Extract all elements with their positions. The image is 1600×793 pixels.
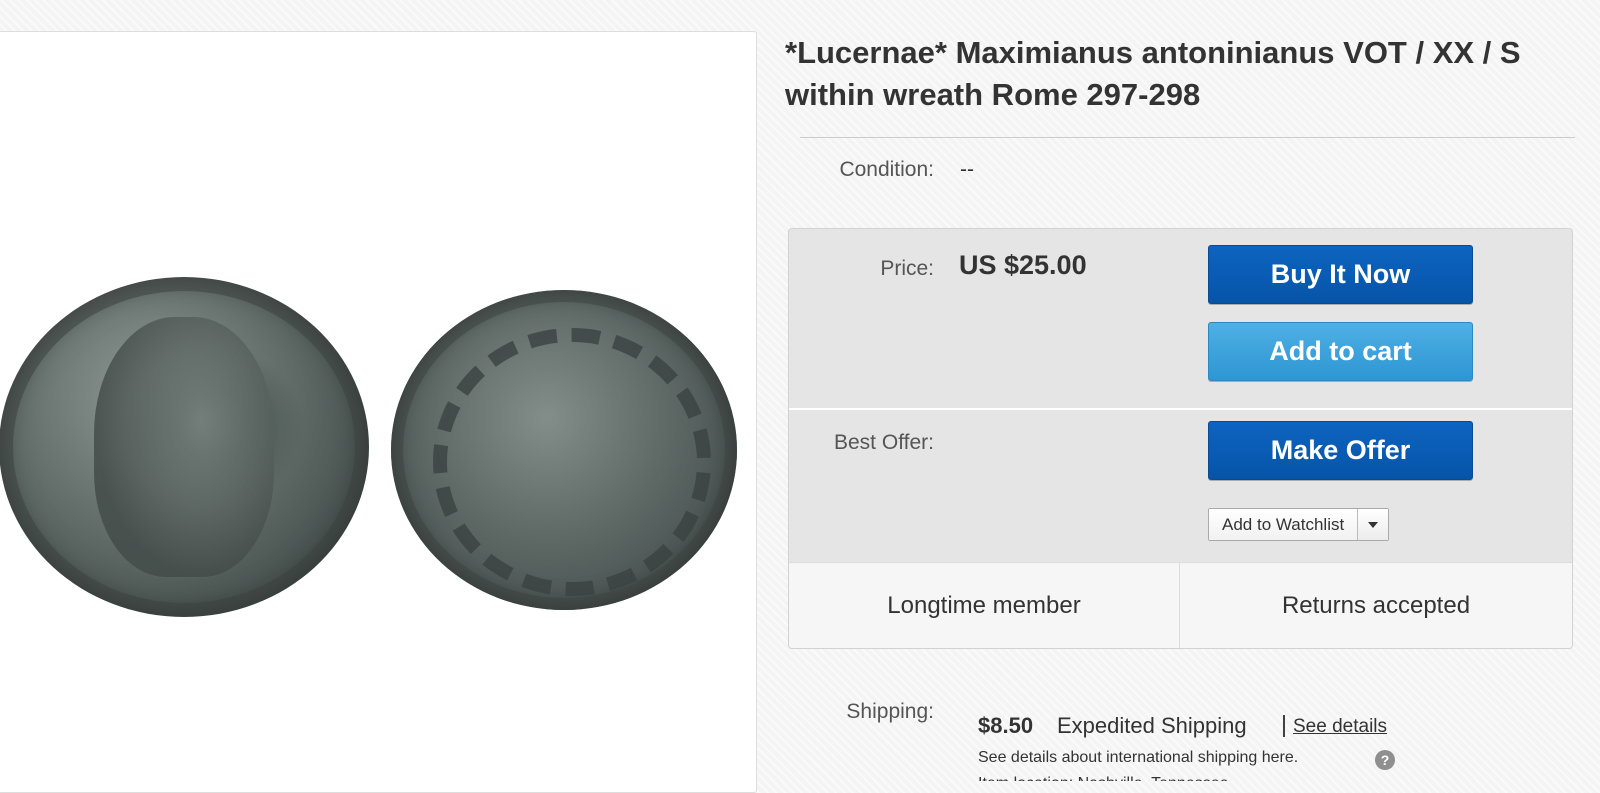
chevron-down-icon — [1368, 521, 1379, 528]
shipping-label: Shipping: — [846, 700, 934, 723]
shipping-type: Expedited Shipping — [1057, 713, 1247, 738]
shipping-price: $8.50 — [978, 713, 1034, 738]
item-image-panel[interactable] — [0, 31, 757, 793]
coin-reverse-image — [391, 290, 737, 610]
condition-label: Condition: — [839, 158, 934, 181]
coin-obverse-image — [0, 277, 369, 617]
condition-value: -- — [960, 158, 974, 181]
best-offer-label: Best Offer: — [834, 431, 934, 454]
title-divider — [800, 137, 1575, 138]
seller-badges: Longtime member Returns accepted — [789, 562, 1572, 648]
watchlist-dropdown-button[interactable] — [1358, 509, 1389, 540]
listing-title: *Lucernae* Maximianus antoninianus VOT /… — [785, 35, 1521, 112]
badge-returns-accepted: Returns accepted — [1281, 592, 1471, 619]
see-details-link[interactable]: See details — [1293, 716, 1387, 738]
watchlist-control: Add to Watchlist — [1208, 508, 1390, 541]
buy-it-now-button[interactable]: Buy It Now — [1208, 245, 1473, 304]
international-shipping-note: See details about international shipping… — [978, 749, 1299, 766]
emperor-bust-image — [94, 317, 274, 577]
shipping-separator: | — [1281, 711, 1287, 737]
buy-box-divider — [789, 408, 1572, 410]
price-label: Price: — [880, 257, 934, 280]
buy-box: Price: US $25.00 Buy It Now Add to cart … — [788, 228, 1573, 649]
make-offer-button[interactable]: Make Offer — [1208, 421, 1473, 480]
price-value: US $25.00 — [959, 250, 1087, 280]
item-location-partial: Item location: Nashville, Tennessee — [978, 775, 1229, 781]
question-circle-icon[interactable]: ? — [1375, 750, 1395, 770]
add-to-watchlist-button[interactable]: Add to Watchlist — [1209, 509, 1359, 540]
wreath-image — [433, 328, 711, 596]
add-to-cart-button[interactable]: Add to cart — [1208, 322, 1473, 381]
badge-longtime-member: Longtime member — [887, 592, 1081, 619]
